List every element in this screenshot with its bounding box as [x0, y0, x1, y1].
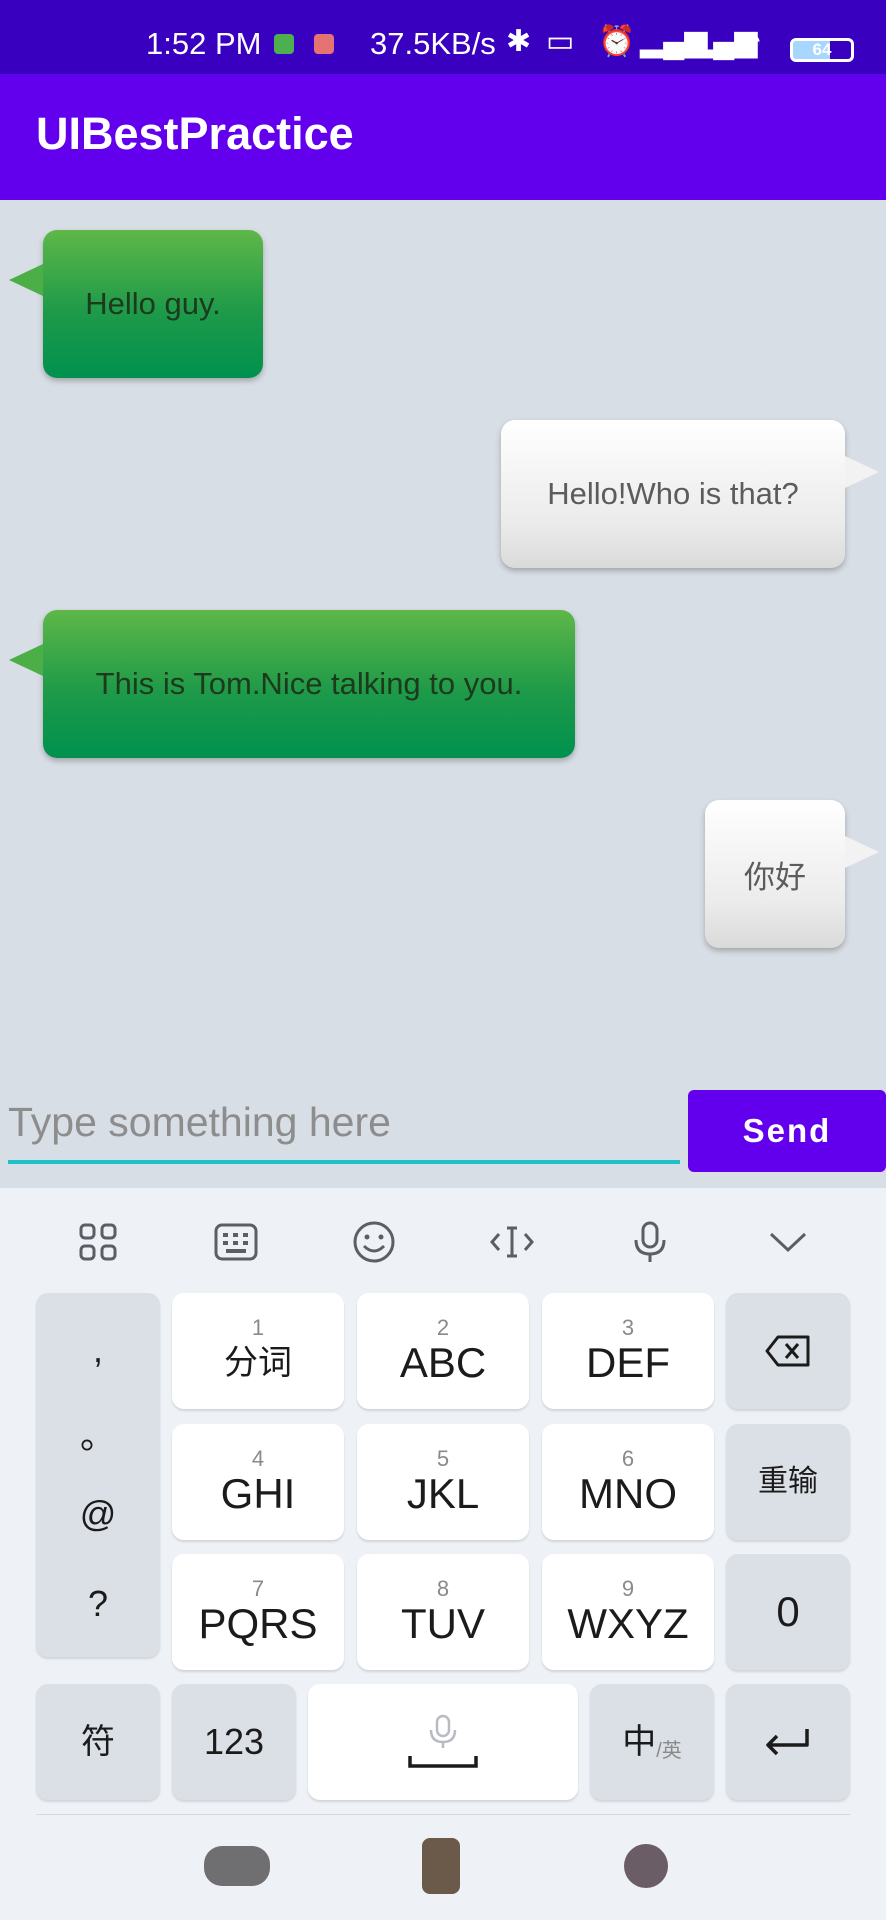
key-number: 7 [251, 1576, 265, 1601]
sent-message: 你好 [705, 800, 879, 948]
key-9[interactable]: 9 WXYZ [542, 1554, 714, 1670]
app-title: UIBestPractice [36, 108, 354, 159]
key-number: 5 [436, 1446, 450, 1471]
received-message: Hello guy. [9, 230, 263, 378]
period-key[interactable]: 。 [36, 1407, 160, 1459]
status-time: 1:52 PM [146, 26, 262, 61]
key-7[interactable]: 7 PQRS [172, 1554, 344, 1670]
cursor-icon[interactable] [482, 1212, 542, 1272]
key-number: 9 [621, 1576, 635, 1601]
key-8[interactable]: 8 TUV [357, 1554, 529, 1670]
apps-grid-icon[interactable] [68, 1212, 128, 1272]
key-3[interactable]: 3 DEF [542, 1293, 714, 1409]
question-key[interactable]: ? [36, 1583, 160, 1625]
app-bar: UIBestPractice [0, 74, 886, 200]
key-number: 8 [436, 1576, 450, 1601]
key-label: 中 [622, 1723, 657, 1761]
send-button[interactable]: Send [688, 1090, 886, 1172]
key-sublabel: /英 [656, 1739, 682, 1762]
key-label: GHI [220, 1470, 296, 1517]
key-4[interactable]: 4 GHI [172, 1424, 344, 1540]
key-1[interactable]: 1 分词 [172, 1293, 344, 1409]
vibrate-icon: ▭ [546, 25, 575, 58]
key-number: 1 [251, 1315, 265, 1340]
keyboard-divider [36, 1814, 850, 1815]
numbers-key[interactable]: 123 [172, 1684, 296, 1800]
symbols-key[interactable]: 符 [36, 1684, 160, 1800]
key-6[interactable]: 6 MNO [542, 1424, 714, 1540]
key-label: MNO [579, 1470, 677, 1517]
key-label: 123 [203, 1721, 265, 1762]
key-5[interactable]: 5 JKL [357, 1424, 529, 1540]
wifi-icon: ◔ [744, 24, 763, 57]
key-number: 3 [621, 1315, 635, 1340]
emoji-icon[interactable] [344, 1212, 404, 1272]
sent-message: Hello!Who is that? [501, 420, 879, 568]
key-label: JKL [406, 1470, 480, 1517]
symbol-column[interactable]: , 。 @ ? [36, 1293, 160, 1657]
notification-app-icon [314, 34, 334, 54]
network-speed: 37.5KB/s [370, 26, 496, 61]
collapse-keyboard-icon[interactable] [758, 1212, 818, 1272]
retype-key[interactable]: 重输 [726, 1424, 850, 1540]
sticker-figure-icon[interactable] [422, 1838, 460, 1894]
status-bar: 1:52 PM 37.5KB/s ✱ ▭ ⏰ ▂▄▆ ▂▄▆ ◔ 64 [0, 0, 886, 74]
received-message: This is Tom.Nice talking to you. [9, 610, 575, 758]
key-number: 6 [621, 1446, 635, 1471]
key-label: 分词 [224, 1344, 292, 1382]
key-label: WXYZ [567, 1600, 689, 1647]
space-key[interactable] [308, 1684, 578, 1800]
backspace-key[interactable] [726, 1293, 850, 1409]
keyboard-icon[interactable] [206, 1212, 266, 1272]
key-label: ABC [399, 1339, 487, 1386]
enter-key[interactable] [726, 1684, 850, 1800]
enter-icon [766, 1729, 809, 1756]
backspace-icon [765, 1335, 810, 1367]
notification-app-icon [274, 34, 294, 54]
alarm-icon: ⏰ [598, 25, 636, 58]
message-text: Hello!Who is that? [547, 476, 799, 511]
key-number: 2 [436, 1315, 450, 1340]
battery-icon: 64 [790, 38, 854, 62]
key-label: PQRS [198, 1600, 318, 1647]
key-number: 4 [251, 1446, 265, 1471]
zero-key[interactable]: 0 [726, 1554, 850, 1670]
space-mic-icon [408, 1714, 478, 1768]
bluetooth-icon: ✱ [506, 25, 532, 58]
key-label: 重输 [758, 1465, 818, 1498]
message-input[interactable] [8, 1084, 680, 1164]
soft-keyboard: , 。 @ ? 1 分词 2 ABC 3 DEF 4 GHI 5 JKL 6 M… [0, 1188, 886, 1920]
language-switch-key[interactable]: 中 /英 [590, 1684, 714, 1800]
message-text: 你好 [744, 859, 806, 895]
key-2[interactable]: 2 ABC [357, 1293, 529, 1409]
microphone-icon[interactable] [620, 1212, 680, 1272]
sticker-frog-icon[interactable] [624, 1844, 668, 1888]
comma-key[interactable]: , [36, 1329, 160, 1371]
key-label: TUV [401, 1600, 485, 1647]
key-label: 0 [776, 1588, 800, 1635]
key-label: DEF [586, 1339, 670, 1386]
sticker-dog-icon[interactable] [204, 1846, 270, 1886]
key-label: 符 [81, 1723, 115, 1761]
message-text: This is Tom.Nice talking to you. [95, 666, 523, 701]
message-text: Hello guy. [85, 286, 221, 321]
at-key[interactable]: @ [36, 1493, 160, 1535]
